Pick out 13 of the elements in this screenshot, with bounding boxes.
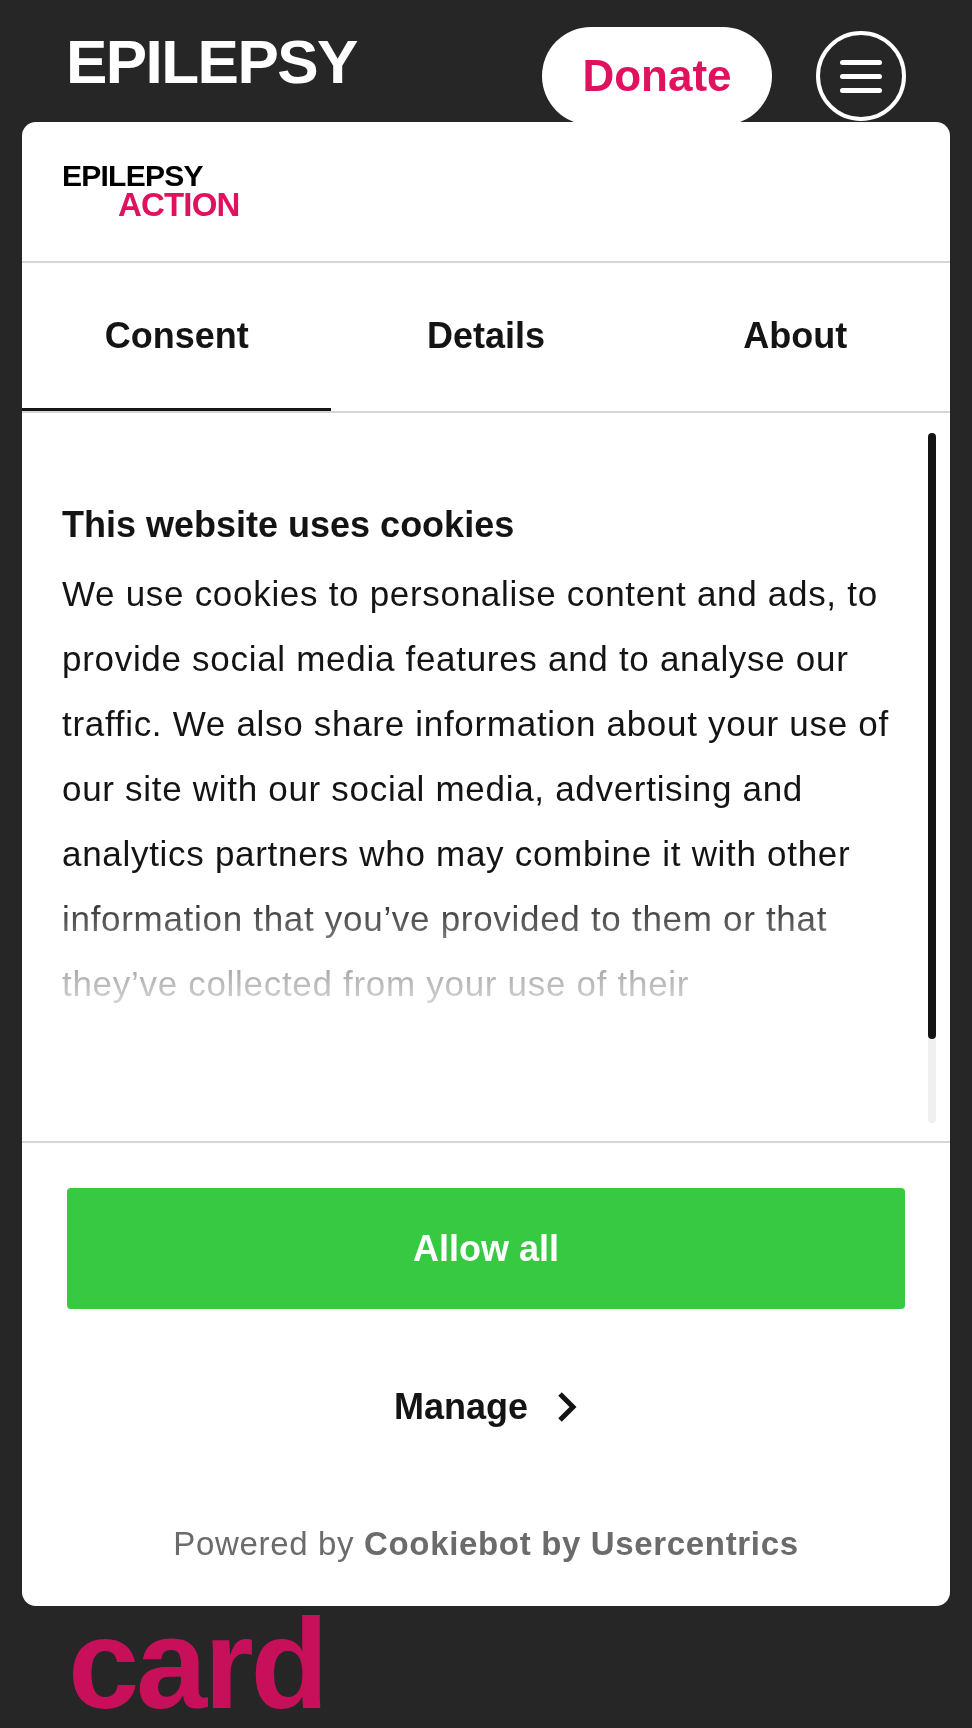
manage-button[interactable]: Manage (373, 1351, 598, 1463)
powered-by-text: Powered by Cookiebot by Usercentrics (173, 1524, 799, 1564)
dialog-logo: EPILEPSY ACTION (62, 162, 241, 220)
dialog-heading: This website uses cookies (62, 503, 516, 547)
site-logo[interactable]: EPILEPSY (66, 34, 357, 90)
chevron-right-icon (556, 1391, 578, 1423)
tab[interactable]: About (640, 263, 950, 411)
tab[interactable]: Consent (22, 263, 332, 411)
tab[interactable]: Details (331, 263, 641, 411)
cookie-description: We use cookies to personalise content and ads, to provide social media features and to analyse our traffic. We also share information about your use of our site with our social media, advertising and analytics partners who may combine it with other information that you’ve provided to them or that they’ve collected from your use of their (62, 573, 890, 1005)
scrollbar[interactable] (928, 433, 936, 1123)
page-heading: card (68, 1608, 326, 1720)
donate-button[interactable]: Donate (542, 27, 772, 125)
